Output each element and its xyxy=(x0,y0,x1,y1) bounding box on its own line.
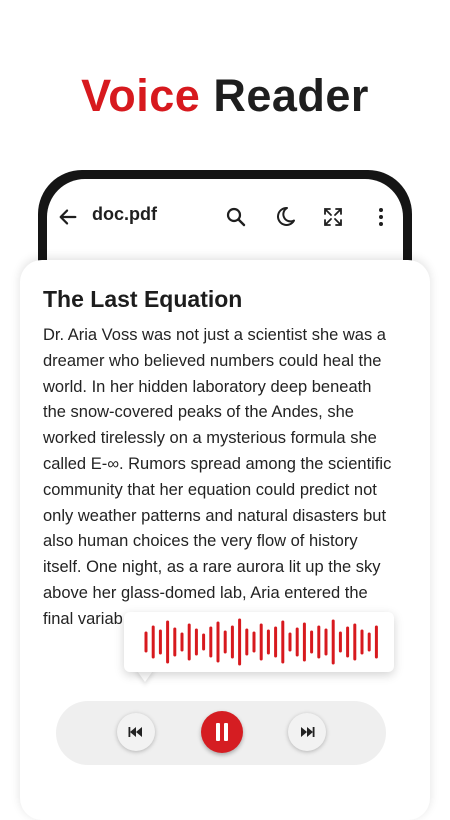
more-vert-icon[interactable] xyxy=(369,205,393,229)
previous-icon xyxy=(128,727,142,737)
document-body: Dr. Aria Voss was not just a scientist s… xyxy=(43,323,415,633)
headline: Voice Reader xyxy=(0,70,450,122)
next-button[interactable] xyxy=(288,713,326,751)
document-line: itself. One night, as a rare aurora lit … xyxy=(43,558,381,577)
previous-button[interactable] xyxy=(117,713,155,751)
headline-word-voice: Voice xyxy=(81,70,201,121)
pause-button[interactable] xyxy=(201,711,243,753)
document-line: also human choices the very flow of hist… xyxy=(43,532,358,551)
document-line: Dr. Aria Voss was not just a scientist s… xyxy=(43,326,386,344)
search-icon[interactable] xyxy=(224,205,248,229)
next-icon xyxy=(301,727,315,737)
app-toolbar: doc.pdf xyxy=(47,196,403,240)
pause-icon xyxy=(216,723,228,741)
document-line: above her glass-domed lab, Aria entered … xyxy=(43,583,368,602)
document-line: the snow-covered peaks of the Andes, she xyxy=(43,403,354,422)
document-line: only weather patterns and natural disast… xyxy=(43,506,387,525)
back-arrow-icon[interactable] xyxy=(57,206,79,228)
audio-waveform xyxy=(144,618,378,666)
document-title: The Last Equation xyxy=(43,286,243,312)
document-line: dreamer who believed numbers could heal … xyxy=(43,351,382,370)
document-line: worked tirelessly on a mysterious formul… xyxy=(43,429,377,448)
headline-word-reader: Reader xyxy=(213,70,369,121)
document-line: world. In her hidden laboratory deep ben… xyxy=(43,377,372,396)
document-line: called E-∞. Rumors spread among the scie… xyxy=(43,454,392,473)
fullscreen-icon[interactable] xyxy=(321,205,345,229)
document-line: community that her equation could predic… xyxy=(43,480,377,499)
file-name: doc.pdf xyxy=(92,204,157,224)
night-mode-icon[interactable] xyxy=(273,205,297,229)
